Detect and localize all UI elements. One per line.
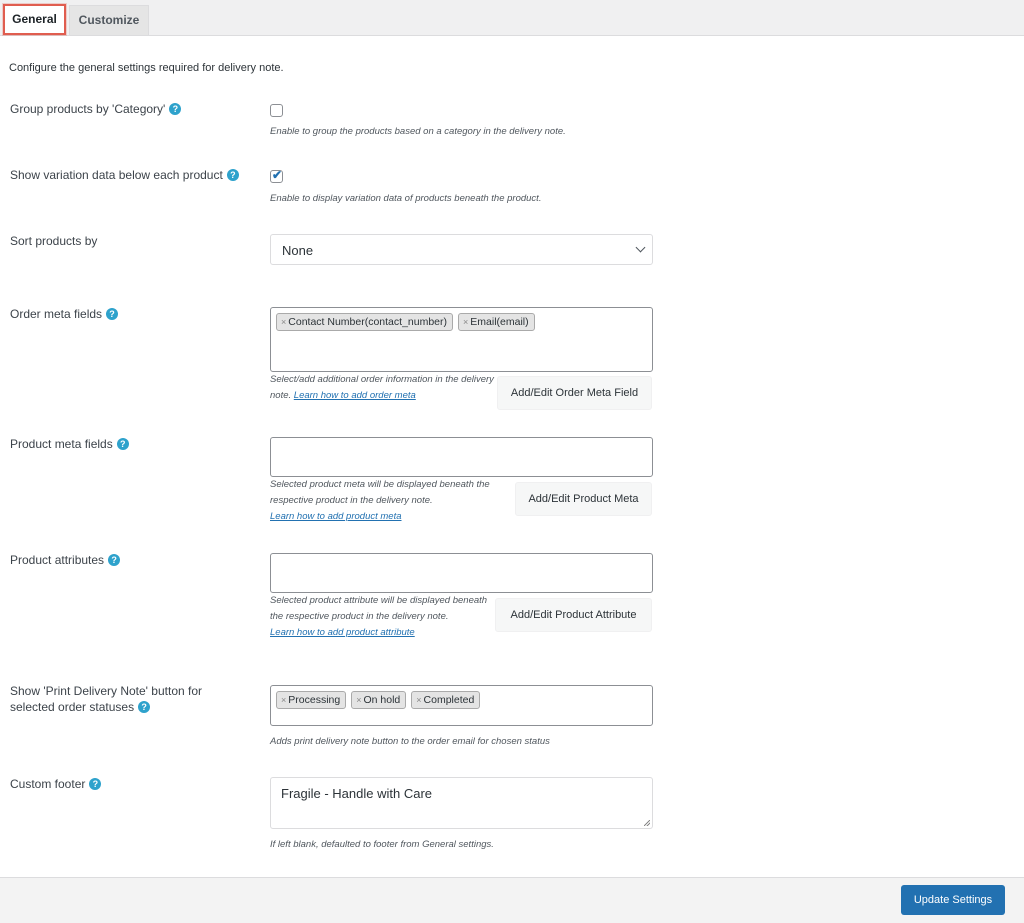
label-text: Show variation data below each product [10,168,223,182]
print-button-statuses-description: Adds print delivery note button to the o… [270,736,550,747]
label-text: Custom footer [10,777,86,791]
product-meta-input[interactable] [270,437,653,477]
show-variation-checkbox[interactable]: ✔ [270,168,283,183]
help-icon[interactable]: ? [138,700,151,713]
order-meta-label: Order meta fields? [10,306,119,322]
update-settings-button[interactable]: Update Settings [901,885,1005,915]
sort-products-label: Sort products by [10,234,98,248]
order-meta-description: Select/add additional order information … [270,372,495,404]
remove-icon[interactable]: × [281,317,286,327]
product-attributes-description: Selected product attribute will be displ… [270,593,495,641]
chip-contact-number: × Contact Number(contact_number) [276,313,454,331]
remove-icon[interactable]: × [416,695,421,705]
tab-general[interactable]: General [3,4,66,35]
chip-on-hold: × On hold [351,691,407,709]
remove-icon[interactable]: × [463,317,468,327]
chip-label: Completed [423,694,475,706]
add-edit-product-meta-button[interactable]: Add/Edit Product Meta [515,482,652,516]
intro-text: Configure the general settings required … [9,62,284,74]
tab-bar: General Customize [0,0,1024,36]
resize-handle-icon[interactable] [644,820,650,826]
print-button-statuses-label: Show 'Print Delivery Note' button for se… [10,683,225,715]
product-meta-description: Selected product meta will be displayed … [270,477,510,525]
product-attributes-input[interactable] [270,553,653,593]
print-button-statuses-input[interactable]: × Processing × On hold × Completed [270,685,653,726]
group-by-category-description: Enable to group the products based on a … [270,126,566,137]
label-text: Group products by 'Category' [10,102,166,116]
footer-bar [0,877,1024,923]
chip-label: Processing [288,694,341,706]
custom-footer-label: Custom footer? [10,776,102,792]
group-by-category-checkbox[interactable] [270,104,283,117]
checkmark-icon: ✔ [272,168,283,182]
custom-footer-textarea[interactable]: Fragile - Handle with Care [270,777,653,829]
label-text: Show 'Print Delivery Note' button for se… [10,684,202,714]
remove-icon[interactable]: × [356,695,361,705]
learn-order-meta-link[interactable]: Learn how to add order meta [294,390,416,401]
sort-products-select[interactable]: None [270,234,653,265]
chevron-down-icon [635,242,646,253]
chip-processing: × Processing [276,691,347,709]
help-icon[interactable]: ? [89,777,102,790]
label-text: Product attributes [10,553,105,567]
textarea-value: Fragile - Handle with Care [281,786,433,801]
label-text: Product meta fields [10,437,113,451]
help-icon[interactable]: ? [108,553,121,566]
description-text: Selected product meta will be displayed … [270,479,490,506]
tab-customize[interactable]: Customize [69,5,149,35]
help-icon[interactable]: ? [226,168,239,181]
show-variation-label: Show variation data below each product? [10,167,239,183]
learn-product-meta-link[interactable]: Learn how to add product meta [270,511,402,522]
custom-footer-description: If left blank, defaulted to footer from … [270,839,494,850]
help-icon[interactable]: ? [116,437,129,450]
description-text: Selected product attribute will be displ… [270,595,488,622]
help-icon[interactable]: ? [169,102,182,115]
chip-label: Contact Number(contact_number) [288,316,448,328]
add-edit-order-meta-button[interactable]: Add/Edit Order Meta Field [497,376,652,410]
show-variation-description: Enable to display variation data of prod… [270,193,542,204]
help-icon[interactable]: ? [106,307,119,320]
product-meta-label: Product meta fields? [10,436,129,452]
sort-products-value: None [282,243,314,258]
order-meta-input[interactable]: × Contact Number(contact_number) × Email(em… [270,307,653,372]
group-by-category-label: Group products by 'Category'? [10,101,182,117]
chip-label: On hold [363,694,401,706]
chip-completed: × Completed [411,691,481,709]
label-text: Order meta fields [10,307,103,321]
learn-product-attribute-link[interactable]: Learn how to add product attribute [270,627,415,638]
chip-label: Email(email) [470,316,529,328]
remove-icon[interactable]: × [281,695,286,705]
add-edit-product-attribute-button[interactable]: Add/Edit Product Attribute [495,598,652,632]
chip-email: × Email(email) [458,313,535,331]
product-attributes-label: Product attributes? [10,552,121,568]
